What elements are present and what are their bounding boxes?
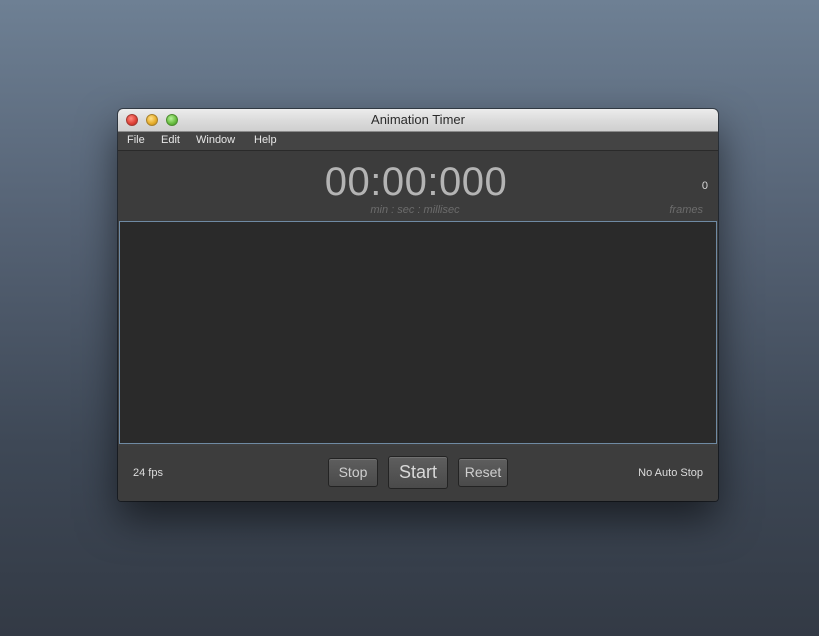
frame-count: 0 xyxy=(701,180,708,192)
menu-edit[interactable]: Edit xyxy=(161,134,180,146)
menu-file[interactable]: File xyxy=(127,134,145,146)
timer-display: 00:00:000 min : sec : millisec 0 frames xyxy=(118,151,718,221)
stop-button[interactable]: Stop xyxy=(328,458,378,487)
animation-canvas[interactable] xyxy=(119,221,717,444)
time-format-caption: min : sec : millisec xyxy=(370,204,460,216)
animation-timer-window: Animation Timer File Edit Window Help 00… xyxy=(118,109,718,501)
fps-setting[interactable]: 24 fps xyxy=(133,467,163,479)
title-bar[interactable]: Animation Timer xyxy=(118,109,718,132)
frames-caption: frames xyxy=(669,204,703,216)
window-title: Animation Timer xyxy=(371,112,465,127)
auto-stop-setting[interactable]: No Auto Stop xyxy=(638,467,703,479)
menu-bar: File Edit Window Help xyxy=(118,132,718,151)
elapsed-time: 00:00:000 xyxy=(324,160,508,204)
control-bar: 24 fps Stop Start Reset No Auto Stop xyxy=(118,446,718,501)
menu-help[interactable]: Help xyxy=(254,134,277,146)
start-button[interactable]: Start xyxy=(388,456,448,489)
reset-button[interactable]: Reset xyxy=(458,458,508,487)
menu-window[interactable]: Window xyxy=(196,134,235,146)
